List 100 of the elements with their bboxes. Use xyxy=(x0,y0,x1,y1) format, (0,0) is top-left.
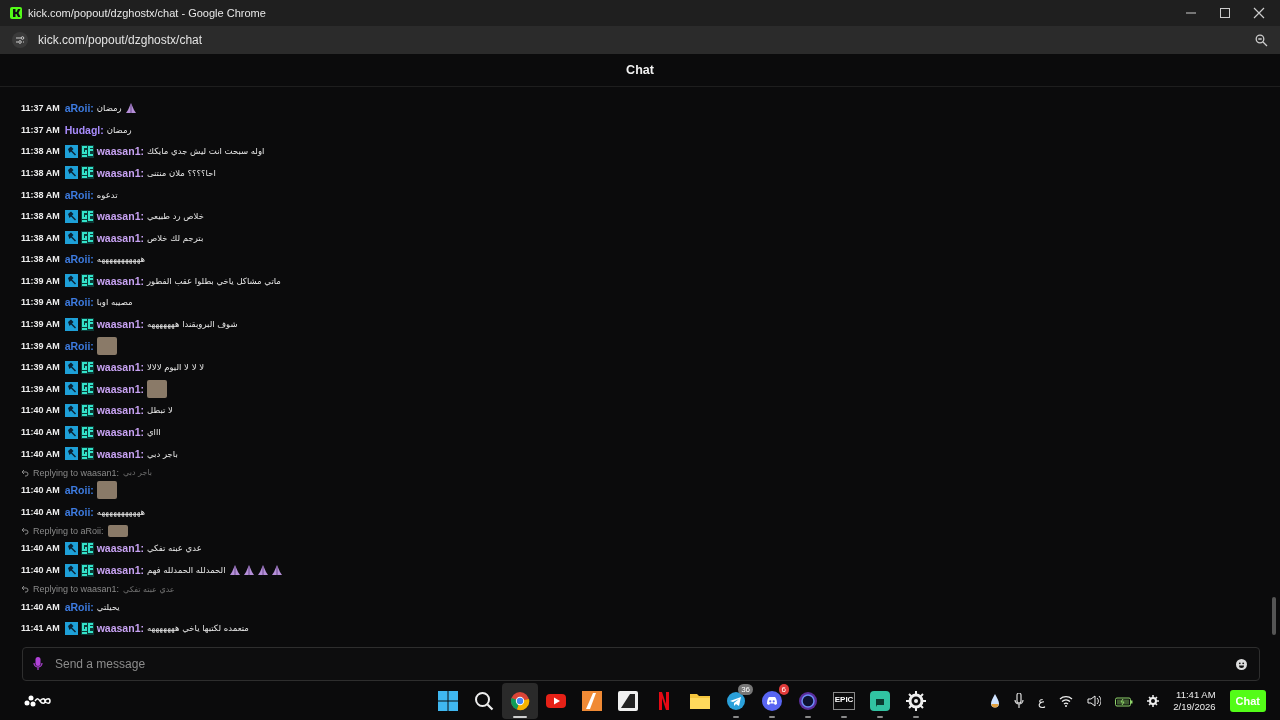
discord-icon[interactable] xyxy=(762,691,783,711)
moderator-badge-icon xyxy=(64,403,78,417)
username[interactable]: waasan1: xyxy=(96,361,144,374)
message-text: باجر دبي xyxy=(146,448,178,459)
username[interactable]: Hudagl: xyxy=(64,123,104,136)
username[interactable]: waasan1: xyxy=(96,622,144,635)
moderator-badge-icon xyxy=(64,317,78,331)
username[interactable]: aRoii: xyxy=(64,188,94,201)
username[interactable]: aRoii: xyxy=(64,296,94,309)
message-time: 11:39 AM xyxy=(21,319,60,330)
reply-arrow-icon xyxy=(21,527,29,536)
moderator-badge-icon xyxy=(64,425,78,439)
username[interactable]: aRoii: xyxy=(64,253,94,266)
wifi-icon[interactable] xyxy=(1059,695,1074,707)
message-text: تدعوه xyxy=(96,189,118,200)
message-input-field[interactable]: Send a message xyxy=(55,657,1224,671)
message-composer[interactable]: Send a message xyxy=(22,647,1260,681)
moderator-badge-icon xyxy=(64,209,78,223)
message-time: 11:37 AM xyxy=(21,124,60,135)
message-time: 11:39 AM xyxy=(21,297,60,308)
emote-image-placeholder xyxy=(96,336,117,355)
clock-time[interactable]: 11:41 AM xyxy=(1176,689,1216,701)
circle-app-icon[interactable] xyxy=(798,691,819,711)
gear-icon[interactable] xyxy=(906,691,927,711)
chat-bubble-app-icon[interactable] xyxy=(870,691,891,711)
message-text: احا؟؟؟؟ ملان منتنى xyxy=(146,167,216,178)
username[interactable]: waasan1: xyxy=(96,542,144,555)
youtube-icon[interactable] xyxy=(546,691,567,711)
message-text: الحمدلله الحمدلله فهم xyxy=(146,565,226,575)
username[interactable]: aRoii: xyxy=(64,339,94,352)
username[interactable]: waasan1: xyxy=(96,274,144,287)
moderator-badge-icon xyxy=(64,360,78,374)
paper-plane-icon[interactable] xyxy=(726,691,747,711)
reply-quote: عدي عبته تفكي xyxy=(123,584,175,594)
speaker-icon[interactable] xyxy=(1087,695,1102,707)
message-text: متعمده لكتبها ياخي هههههههه xyxy=(146,623,249,634)
username[interactable]: waasan1: xyxy=(96,318,144,331)
message-time: 11:40 AM xyxy=(21,405,60,416)
message-time: 11:41 AM xyxy=(21,623,60,634)
username[interactable]: waasan1: xyxy=(96,426,144,439)
username[interactable]: waasan1: xyxy=(96,210,144,223)
message-text: بترجم لك خلاص xyxy=(146,232,204,243)
message-time: 11:40 AM xyxy=(21,565,60,575)
moderator-badge-icon xyxy=(64,274,78,288)
folder-icon[interactable] xyxy=(689,691,712,711)
microphone-icon[interactable] xyxy=(1014,693,1025,709)
site-settings-icon[interactable] xyxy=(12,32,28,48)
username[interactable]: waasan1: xyxy=(96,166,144,179)
username[interactable]: waasan1: xyxy=(96,447,144,460)
emoji-icon[interactable] xyxy=(1236,658,1247,670)
taskbar-app[interactable]: 6 xyxy=(754,683,791,719)
settings-icon[interactable] xyxy=(1147,695,1160,707)
og-badge-icon xyxy=(80,144,94,158)
epic-games-logo[interactable]: EPIC xyxy=(832,692,856,710)
zoom-icon[interactable] xyxy=(1255,33,1268,47)
og-badge-icon xyxy=(80,317,94,331)
username[interactable]: waasan1: xyxy=(96,145,144,158)
username[interactable]: waasan1: xyxy=(96,231,144,244)
maximize-icon[interactable] xyxy=(1218,6,1232,20)
og-badge-icon xyxy=(80,360,94,374)
droplet-icon[interactable] xyxy=(990,694,1001,708)
search-icon[interactable] xyxy=(474,691,495,711)
scrollbar-thumb[interactable] xyxy=(1272,597,1276,635)
og-badge-icon xyxy=(80,209,94,223)
username[interactable]: aRoii: xyxy=(64,102,94,115)
username[interactable]: waasan1: xyxy=(96,404,144,417)
og-badge-icon xyxy=(80,274,94,288)
notification-count: 36 xyxy=(738,684,754,695)
clock-date[interactable]: 2/19/2026 xyxy=(1173,701,1216,713)
diagonal-app-icon[interactable] xyxy=(618,691,639,711)
notification-count: 6 xyxy=(778,684,790,695)
username[interactable]: aRoii: xyxy=(64,600,94,613)
username[interactable]: aRoii: xyxy=(64,484,94,497)
taskbar-app[interactable]: EPIC xyxy=(826,683,863,719)
moderator-badge-icon xyxy=(64,166,78,180)
moderator-badge-icon xyxy=(64,144,78,158)
reply-arrow-icon xyxy=(21,468,29,477)
slash-app-icon[interactable] xyxy=(582,691,603,711)
battery-charging-icon[interactable] xyxy=(1115,695,1134,707)
username[interactable]: waasan1: xyxy=(96,564,144,576)
taskbar-app[interactable]: 36 xyxy=(718,683,755,719)
windows-start-icon[interactable] xyxy=(438,691,459,711)
message-time: 11:39 AM xyxy=(21,362,60,373)
close-icon[interactable] xyxy=(1252,6,1266,20)
taskbar-app[interactable] xyxy=(502,683,539,719)
og-badge-icon xyxy=(80,382,94,396)
message-text: يحيلتي xyxy=(96,601,120,612)
moderator-badge-icon xyxy=(64,563,78,577)
address-bar-url[interactable]: kick.com/popout/dzghostx/chat xyxy=(38,33,203,47)
chrome-browser-icon[interactable] xyxy=(510,691,531,711)
message-time: 11:38 AM xyxy=(21,167,60,178)
message-text: اااي xyxy=(146,427,161,438)
input-language-indicator[interactable]: ع xyxy=(1038,694,1046,708)
message-time: 11:40 AM xyxy=(21,601,60,612)
chat-overlay-label: Chat xyxy=(1229,690,1266,712)
message-time: 11:38 AM xyxy=(21,146,60,157)
username[interactable]: waasan1: xyxy=(96,382,144,395)
reply-arrow-icon xyxy=(21,585,29,594)
message-text: رمضان xyxy=(106,124,132,135)
username[interactable]: aRoii: xyxy=(64,505,94,518)
